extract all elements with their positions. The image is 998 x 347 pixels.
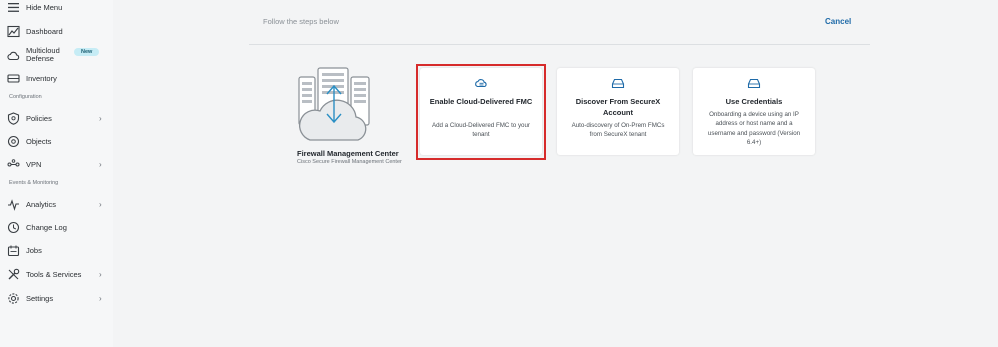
cloud-fmc-icon [475, 76, 488, 88]
sidebar-item-label: Jobs [26, 245, 42, 255]
device-icon [611, 76, 625, 89]
gear-icon [7, 292, 20, 305]
sidebar-item-label: Analytics [26, 199, 57, 209]
sidebar-item-policies[interactable]: Policies › [0, 109, 113, 127]
dashboard-icon [7, 25, 20, 38]
cancel-button[interactable]: Cancel [825, 17, 851, 26]
card-discover-securex[interactable]: Discover From SecureX Account Auto-disco… [557, 68, 679, 155]
sidebar: Hide Menu Dashboard Multicloud Defense N… [0, 0, 113, 347]
clock-icon [7, 221, 20, 234]
card-description: Onboarding a device using an IP address … [707, 111, 801, 146]
section-label-configuration: Configuration [9, 94, 42, 100]
header-divider [249, 44, 870, 45]
sidebar-item-label: Dashboard [26, 26, 63, 36]
sidebar-item-label: Inventory [26, 73, 57, 83]
sidebar-item-multicloud-defense[interactable]: Multicloud Defense New [0, 46, 113, 64]
sidebar-item-settings[interactable]: Settings › [0, 289, 113, 307]
jobs-icon [7, 244, 20, 257]
fmc-title: Firewall Management Center [297, 149, 399, 158]
chevron-right-icon: › [99, 159, 102, 169]
fmc-subtitle: Cisco Secure Firewall Management Center [297, 159, 402, 165]
card-enable-cloud-delivered-fmc[interactable]: Enable Cloud-Delivered FMC Add a Cloud-D… [420, 68, 542, 155]
sidebar-item-label: Multicloud Defense [26, 47, 60, 62]
hamburger-icon [7, 1, 20, 14]
chevron-right-icon: › [99, 293, 102, 303]
sidebar-item-jobs[interactable]: Jobs [0, 241, 113, 259]
sidebar-item-label: Policies [26, 113, 52, 123]
fmc-illustration [296, 67, 374, 143]
chevron-right-icon: › [99, 113, 102, 123]
sidebar-item-label-line2: Defense [26, 53, 54, 63]
objects-icon [7, 135, 20, 148]
card-use-credentials[interactable]: Use Credentials Onboarding a device usin… [693, 68, 815, 155]
sidebar-item-objects[interactable]: Objects [0, 132, 113, 150]
hide-menu-button[interactable]: Hide Menu [0, 0, 113, 16]
sidebar-item-label: VPN [26, 159, 42, 169]
instructions-text: Follow the steps below [263, 17, 339, 26]
cloud-icon [7, 49, 20, 62]
chevron-right-icon: › [99, 269, 102, 279]
tools-icon [7, 268, 20, 281]
sidebar-item-dashboard[interactable]: Dashboard [0, 22, 113, 40]
card-title: Discover From SecureX Account [575, 97, 661, 117]
sidebar-item-label: Tools & Services [26, 269, 82, 279]
card-title: Enable Cloud-Delivered FMC [429, 97, 533, 106]
section-label-events-monitoring: Events & Monitoring [9, 180, 59, 186]
shield-icon [7, 111, 20, 125]
new-badge: New [74, 48, 100, 56]
card-title: Use Credentials [725, 97, 783, 106]
sidebar-item-label: Settings [26, 293, 54, 303]
card-description: Add a Cloud-Delivered FMC to your tenant [431, 122, 530, 139]
card-description: Auto-discovery of On-Prem FMCs from Secu… [571, 122, 665, 139]
vpn-icon [7, 158, 20, 171]
sidebar-item-inventory[interactable]: Inventory [0, 69, 113, 87]
device-icon [747, 76, 761, 89]
sidebar-item-change-log[interactable]: Change Log [0, 218, 113, 236]
inventory-icon [7, 72, 20, 85]
chevron-right-icon: › [99, 199, 102, 209]
sidebar-item-tools-services[interactable]: Tools & Services › [0, 265, 113, 283]
sidebar-item-label: Change Log [26, 222, 67, 232]
hide-menu-label: Hide Menu [26, 2, 63, 12]
sidebar-item-label: Objects [26, 136, 52, 146]
sidebar-item-vpn[interactable]: VPN › [0, 155, 113, 173]
app-window: Hide Menu Dashboard Multicloud Defense N… [0, 0, 998, 347]
sidebar-item-analytics[interactable]: Analytics › [0, 195, 113, 213]
analytics-icon [7, 198, 20, 211]
